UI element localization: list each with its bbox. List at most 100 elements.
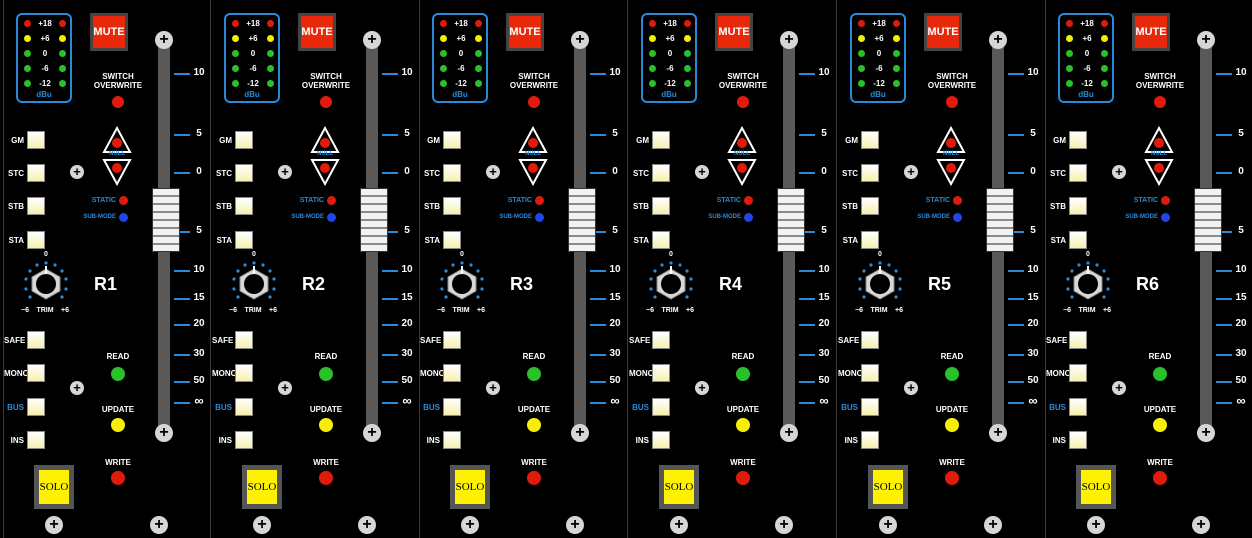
key-bus[interactable] [443, 398, 461, 416]
key-gm[interactable] [235, 131, 253, 149]
fader-cap[interactable] [1194, 188, 1222, 252]
key-mono[interactable] [235, 364, 253, 382]
key-mono[interactable] [27, 364, 45, 382]
key-stb[interactable] [443, 197, 461, 215]
key-stc[interactable] [235, 164, 253, 182]
static-led[interactable] [118, 195, 129, 206]
key-bus[interactable] [235, 398, 253, 416]
trim-knob[interactable] [436, 258, 488, 310]
fader-cap[interactable] [360, 188, 388, 252]
write-button[interactable] [318, 470, 334, 486]
key-ins[interactable] [652, 431, 670, 449]
key-mono[interactable] [443, 364, 461, 382]
key-gm[interactable] [1069, 131, 1087, 149]
key-sta[interactable] [27, 231, 45, 249]
key-safe[interactable] [27, 331, 45, 349]
trim-knob[interactable] [1062, 258, 1114, 310]
static-led[interactable] [326, 195, 337, 206]
switch-overwrite-button[interactable] [527, 95, 541, 109]
key-sta[interactable] [443, 231, 461, 249]
key-sta[interactable] [652, 231, 670, 249]
key-ins[interactable] [1069, 431, 1087, 449]
key-stb[interactable] [652, 197, 670, 215]
solo-button[interactable]: SOLO [664, 470, 694, 504]
read-button[interactable] [1152, 366, 1168, 382]
key-ins[interactable] [861, 431, 879, 449]
switch-overwrite-button[interactable] [111, 95, 125, 109]
key-bus[interactable] [1069, 398, 1087, 416]
static-led[interactable] [1160, 195, 1171, 206]
key-ins[interactable] [27, 431, 45, 449]
key-ins[interactable] [443, 431, 461, 449]
key-sta[interactable] [235, 231, 253, 249]
key-mono[interactable] [652, 364, 670, 382]
mute-button[interactable]: MUTE [301, 16, 333, 48]
key-stb[interactable] [27, 197, 45, 215]
submode-led[interactable] [743, 212, 754, 223]
key-stb[interactable] [235, 197, 253, 215]
key-safe[interactable] [1069, 331, 1087, 349]
write-button[interactable] [526, 470, 542, 486]
read-button[interactable] [735, 366, 751, 382]
read-button[interactable] [944, 366, 960, 382]
key-safe[interactable] [861, 331, 879, 349]
solo-button[interactable]: SOLO [1081, 470, 1111, 504]
read-button[interactable] [110, 366, 126, 382]
update-button[interactable] [944, 417, 960, 433]
solo-button[interactable]: SOLO [247, 470, 277, 504]
key-stb[interactable] [1069, 197, 1087, 215]
solo-button[interactable]: SOLO [455, 470, 485, 504]
submode-led[interactable] [326, 212, 337, 223]
submode-led[interactable] [534, 212, 545, 223]
key-stc[interactable] [861, 164, 879, 182]
key-sta[interactable] [861, 231, 879, 249]
write-button[interactable] [1152, 470, 1168, 486]
fader-cap[interactable] [986, 188, 1014, 252]
mute-button[interactable]: MUTE [718, 16, 750, 48]
read-button[interactable] [526, 366, 542, 382]
update-button[interactable] [735, 417, 751, 433]
submode-led[interactable] [952, 212, 963, 223]
key-stc[interactable] [443, 164, 461, 182]
fader-cap[interactable] [777, 188, 805, 252]
key-bus[interactable] [27, 398, 45, 416]
submode-led[interactable] [1160, 212, 1171, 223]
static-led[interactable] [743, 195, 754, 206]
key-safe[interactable] [443, 331, 461, 349]
switch-overwrite-button[interactable] [736, 95, 750, 109]
fader-cap[interactable] [568, 188, 596, 252]
key-bus[interactable] [652, 398, 670, 416]
trim-knob[interactable] [645, 258, 697, 310]
switch-overwrite-button[interactable] [1153, 95, 1167, 109]
mute-button[interactable]: MUTE [93, 16, 125, 48]
write-button[interactable] [735, 470, 751, 486]
update-button[interactable] [318, 417, 334, 433]
update-button[interactable] [526, 417, 542, 433]
mute-button[interactable]: MUTE [509, 16, 541, 48]
key-safe[interactable] [235, 331, 253, 349]
key-gm[interactable] [652, 131, 670, 149]
mute-button[interactable]: MUTE [927, 16, 959, 48]
fader-cap[interactable] [152, 188, 180, 252]
key-safe[interactable] [652, 331, 670, 349]
switch-overwrite-button[interactable] [319, 95, 333, 109]
trim-knob[interactable] [854, 258, 906, 310]
key-mono[interactable] [861, 364, 879, 382]
submode-led[interactable] [118, 212, 129, 223]
key-stc[interactable] [1069, 164, 1087, 182]
key-stc[interactable] [652, 164, 670, 182]
key-gm[interactable] [861, 131, 879, 149]
write-button[interactable] [944, 470, 960, 486]
static-led[interactable] [534, 195, 545, 206]
mute-button[interactable]: MUTE [1135, 16, 1167, 48]
key-gm[interactable] [443, 131, 461, 149]
trim-knob[interactable] [228, 258, 280, 310]
key-sta[interactable] [1069, 231, 1087, 249]
key-stb[interactable] [861, 197, 879, 215]
solo-button[interactable]: SOLO [39, 470, 69, 504]
key-ins[interactable] [235, 431, 253, 449]
update-button[interactable] [110, 417, 126, 433]
key-stc[interactable] [27, 164, 45, 182]
key-bus[interactable] [861, 398, 879, 416]
static-led[interactable] [952, 195, 963, 206]
